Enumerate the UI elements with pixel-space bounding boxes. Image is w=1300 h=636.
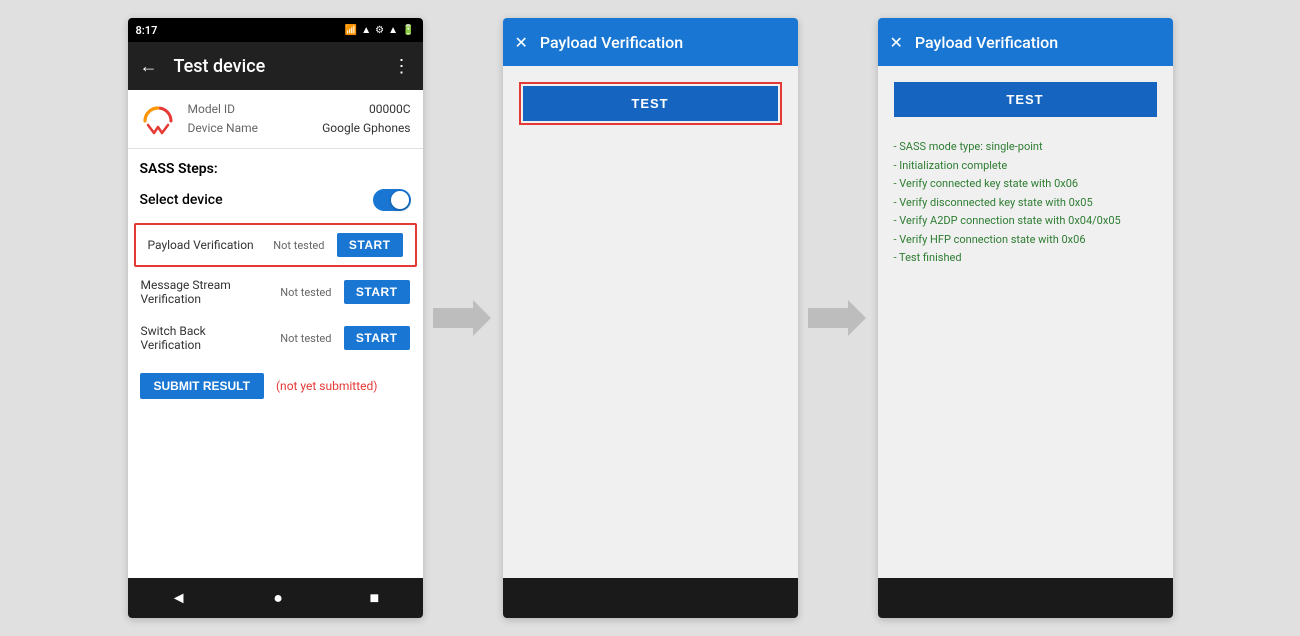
status-icons: 📶 ▲ ⚙ ▲ 🔋 [345,25,415,36]
start-button-message-stream[interactable]: START [344,280,410,304]
arrow-icon-2 [808,298,868,338]
close-icon-2[interactable]: ✕ [515,33,528,52]
back-button[interactable]: ← [140,56,158,77]
step-name-message-stream: Message Stream Verification [141,278,268,306]
result-lines: - SASS mode type: single-point - Initiali… [894,139,1157,267]
phone-screen-1: 8:17 📶 ▲ ⚙ ▲ 🔋 ← Test device ⋮ [128,18,423,618]
submit-result-button[interactable]: SUBMIT RESULT [140,373,264,399]
dialog-screen-3: ✕ Payload Verification TEST - SASS mode … [878,18,1173,618]
test-button-2[interactable]: TEST [523,86,778,121]
result-line: - Verify connected key state with 0x06 [894,176,1157,193]
result-line: - SASS mode type: single-point [894,139,1157,156]
dialog-nav-bar-3 [878,578,1173,618]
dialog-content-3: TEST - SASS mode type: single-point - Ini… [878,66,1173,578]
submit-row: SUBMIT RESULT (not yet submitted) [128,361,423,411]
app-bar-1: ← Test device ⋮ [128,42,423,90]
not-submitted-label: (not yet submitted) [276,379,378,393]
device-logo [140,101,176,137]
screens-container: 8:17 📶 ▲ ⚙ ▲ 🔋 ← Test device ⋮ [0,0,1300,636]
model-id-value: 00000C [369,100,411,119]
sim-icon: 📶 [345,25,357,36]
app-bar-title: Test device [174,56,393,77]
more-options-icon[interactable]: ⋮ [393,56,411,77]
status-time: 8:17 [136,24,158,37]
arrow-1 [423,298,503,338]
arrow-2 [798,298,878,338]
dialog-top-bar-3: ✕ Payload Verification [878,18,1173,66]
nav-bar-1: ◄ ● ■ [128,578,423,618]
sass-title: SASS Steps: [128,149,423,183]
device-name-value: Google Gphones [322,119,410,138]
step-name-switch-back: Switch Back Verification [141,324,268,352]
select-device-row: Select device [128,183,423,221]
nav-recent-button[interactable]: ■ [354,584,396,612]
nav-home-button[interactable]: ● [257,584,299,612]
step-status-payload: Not tested [269,239,329,252]
close-icon-3[interactable]: ✕ [890,33,903,52]
start-button-payload[interactable]: START [337,233,403,257]
dialog-top-bar-2: ✕ Payload Verification [503,18,798,66]
nav-back-button[interactable]: ◄ [155,584,203,612]
model-id-label: Model ID [188,100,235,119]
settings-icon: ⚙ [375,25,384,36]
dialog-title-2: Payload Verification [540,33,683,52]
test-button-wrapper: TEST [519,82,782,125]
select-device-toggle[interactable] [373,189,411,211]
battery-icon: 🔋 [402,25,414,36]
step-status-message-stream: Not tested [276,286,336,299]
select-device-label: Select device [140,192,223,208]
start-button-switch-back[interactable]: START [344,326,410,350]
device-info: Model ID 00000C Device Name Google Gphon… [128,90,423,149]
device-details: Model ID 00000C Device Name Google Gphon… [188,100,411,138]
result-line: - Test finished [894,250,1157,267]
step-row-switch-back: Switch Back Verification Not tested STAR… [128,315,423,361]
step-name-payload: Payload Verification [148,238,261,252]
dialog-title-3: Payload Verification [915,33,1058,52]
step-row-payload: Payload Verification Not tested START [134,223,417,267]
device-name-row: Device Name Google Gphones [188,119,411,138]
result-line: - Verify HFP connection state with 0x06 [894,232,1157,249]
dialog-screen-2: ✕ Payload Verification TEST [503,18,798,618]
result-line: - Verify disconnected key state with 0x0… [894,195,1157,212]
result-line: - Verify A2DP connection state with 0x04… [894,213,1157,230]
result-line: - Initialization complete [894,158,1157,175]
arrow-icon-1 [433,298,493,338]
signal-icon: ▲ [388,25,398,36]
step-row-message-stream: Message Stream Verification Not tested S… [128,269,423,315]
dialog-content-2: TEST [503,66,798,578]
status-bar-1: 8:17 📶 ▲ ⚙ ▲ 🔋 [128,18,423,42]
device-name-label: Device Name [188,119,259,138]
step-status-switch-back: Not tested [276,332,336,345]
model-id-row: Model ID 00000C [188,100,411,119]
test-button-3[interactable]: TEST [894,82,1157,117]
dialog-nav-bar-2 [503,578,798,618]
wifi-icon: ▲ [361,25,371,36]
sass-section: SASS Steps: Select device Payload Verifi… [128,149,423,578]
